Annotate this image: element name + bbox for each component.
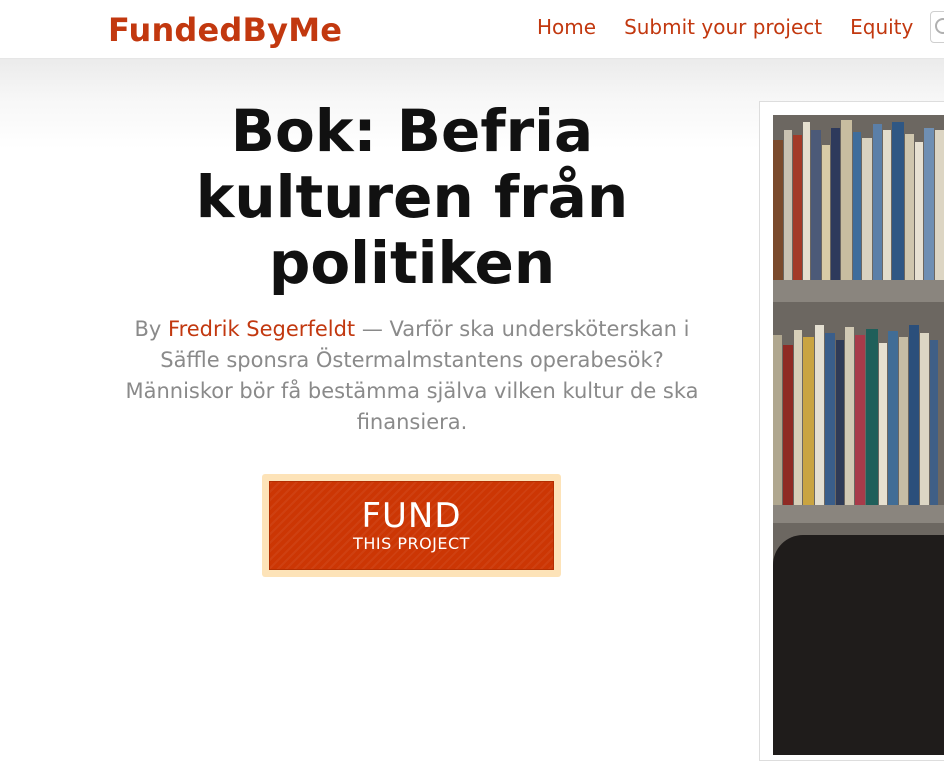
search-icon xyxy=(935,18,944,34)
nav-link-equity[interactable]: Equity xyxy=(850,15,913,39)
fund-button-frame: FUND THIS PROJECT xyxy=(262,474,561,577)
project-title: Bok: Befria kulturen från politiken xyxy=(195,97,629,297)
bookshelf-board-middle xyxy=(773,505,944,523)
nav-link-submit-project[interactable]: Submit your project xyxy=(624,15,822,39)
nav-link-home[interactable]: Home xyxy=(537,15,596,39)
site-logo[interactable]: FundedByMe xyxy=(108,11,342,49)
bookshelf-row-top xyxy=(773,115,944,280)
author-link[interactable]: Fredrik Segerfeldt xyxy=(168,317,355,341)
project-image-frame xyxy=(759,101,944,761)
project-photo xyxy=(773,115,944,755)
person-portrait xyxy=(773,535,944,755)
bookshelf-row-middle xyxy=(773,302,944,505)
byline-prefix: By xyxy=(134,317,162,341)
project-byline: By Fredrik Segerfeldt — Varför ska under… xyxy=(110,314,714,438)
fund-button-label: FUND xyxy=(361,496,462,536)
search-input[interactable] xyxy=(930,11,944,43)
top-navbar: FundedByMe Home Submit your project Equi… xyxy=(0,0,944,59)
bookshelf-board-top xyxy=(773,280,944,302)
nav-links: Home Submit your project Equity xyxy=(537,15,941,39)
fund-button-sublabel: THIS PROJECT xyxy=(353,534,470,553)
fund-project-button[interactable]: FUND THIS PROJECT xyxy=(269,481,554,570)
